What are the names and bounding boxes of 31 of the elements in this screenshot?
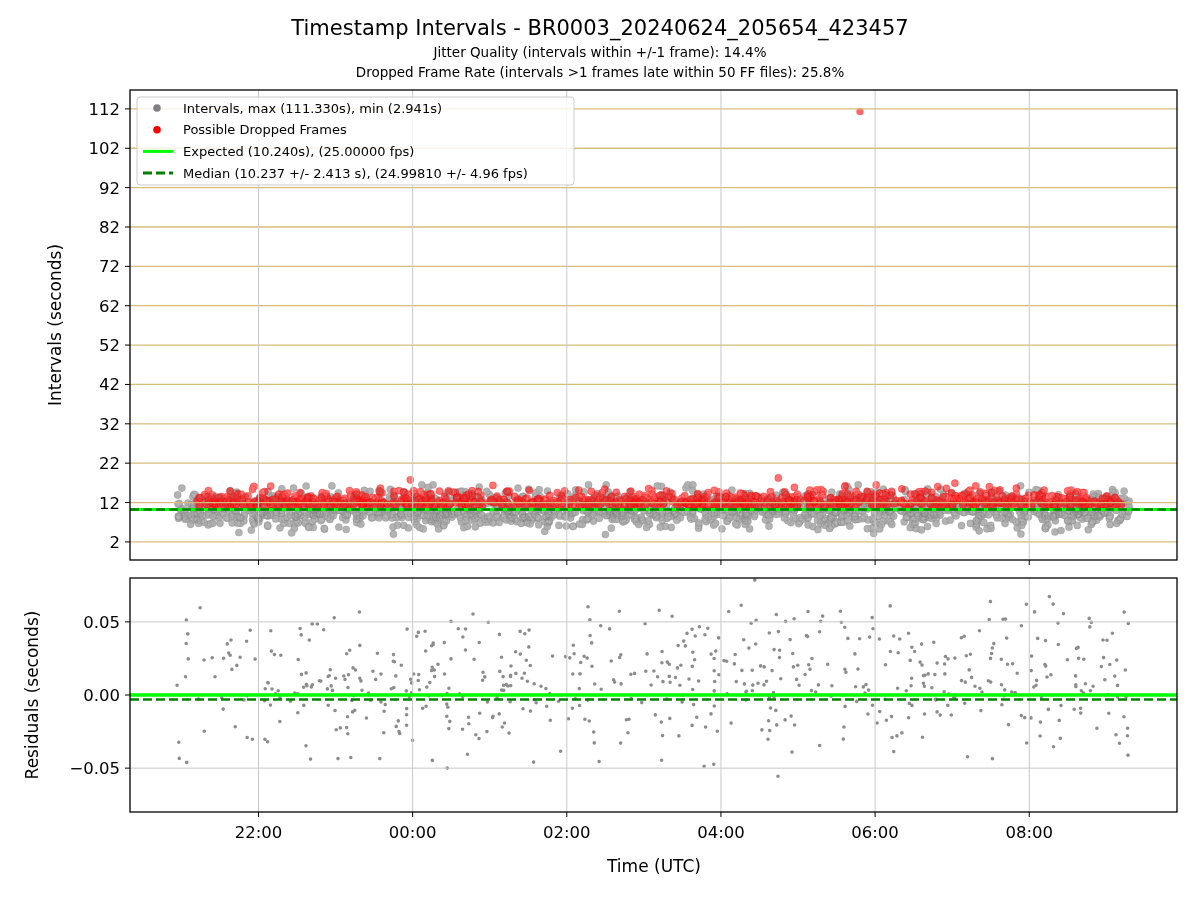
legend-label: Median (10.237 +/- 2.413 s), (24.99810 +/- 4.96 fps) — [183, 165, 528, 181]
tick-label: 52 — [99, 336, 120, 356]
tick-label: −0.05 — [69, 759, 120, 779]
legend-label: Expected (10.240s), (25.00000 fps) — [183, 143, 415, 159]
y-axis-label: Residuals (seconds) — [22, 610, 42, 780]
tick-label: 0.05 — [83, 612, 120, 632]
tick-label: 102 — [88, 139, 120, 159]
tick-label: 112 — [88, 99, 120, 119]
chart-subtitle: Jitter Quality (intervals within +/-1 frame): 14.4% — [433, 43, 767, 62]
y-axis-label: Intervals (seconds) — [45, 243, 65, 407]
tick-label: 32 — [99, 414, 120, 434]
legend-label: Possible Dropped Frames — [183, 122, 347, 138]
tick-label: 04:00 — [697, 823, 745, 842]
tick-label: 22 — [99, 454, 120, 474]
tick-label: 42 — [99, 375, 120, 395]
chart-title: Timestamp Intervals - BR0003_20240624_205654_423457 — [291, 15, 909, 42]
tick-label: 00:00 — [388, 823, 437, 842]
tick-label: 06:00 — [851, 823, 899, 842]
tick-label: 72 — [99, 257, 120, 277]
tick-label: 62 — [99, 296, 120, 316]
legend-label: Intervals, max (111.330s), min (2.941s) — [183, 100, 442, 116]
tick-label: 12 — [99, 493, 120, 513]
chart-subtitle: Dropped Frame Rate (intervals >1 frames late within 50 FF files): 25.8% — [355, 63, 845, 82]
tick-label: 22:00 — [234, 823, 283, 842]
tick-label: 02:00 — [543, 823, 591, 842]
tick-label: 2 — [109, 532, 120, 552]
tick-label: 08:00 — [1005, 823, 1054, 842]
tick-label: 82 — [99, 218, 120, 237]
x-axis-label: Time (UTC) — [607, 856, 701, 876]
tick-label: 92 — [99, 178, 120, 198]
tick-label: 0.00 — [83, 686, 120, 705]
